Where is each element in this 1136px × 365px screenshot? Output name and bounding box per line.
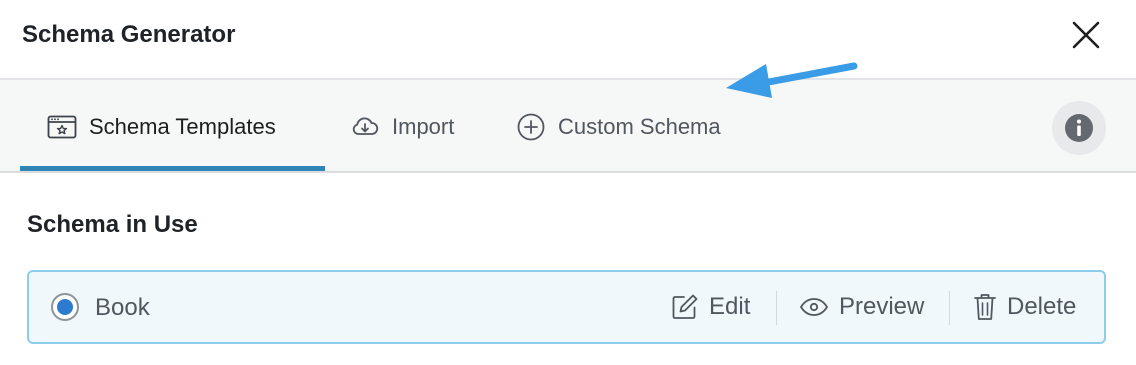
delete-label: Delete bbox=[1007, 293, 1077, 320]
close-icon bbox=[1072, 21, 1100, 49]
tab-label: Custom Schema bbox=[558, 113, 721, 139]
eye-icon bbox=[799, 297, 829, 317]
radio-selected-indicator bbox=[57, 299, 73, 315]
annotation-arrow-icon bbox=[726, 62, 858, 98]
cloud-download-icon bbox=[350, 115, 380, 139]
preview-button[interactable]: Preview bbox=[799, 272, 924, 342]
edit-icon bbox=[671, 293, 699, 321]
schema-name: Book bbox=[95, 294, 150, 321]
info-button[interactable] bbox=[1052, 101, 1106, 155]
info-icon bbox=[1065, 114, 1093, 142]
close-button[interactable] bbox=[1068, 17, 1104, 53]
trash-icon bbox=[973, 292, 997, 322]
tab-import[interactable]: Import bbox=[350, 80, 454, 173]
schema-in-use-row: Book Edit Preview Delete bbox=[27, 270, 1106, 344]
edit-label: Edit bbox=[709, 293, 751, 320]
tab-label: Import bbox=[392, 113, 455, 139]
preview-label: Preview bbox=[839, 293, 925, 320]
section-title: Schema in Use bbox=[27, 211, 198, 238]
tab-label: Schema Templates bbox=[89, 113, 276, 139]
tab-custom-schema[interactable]: Custom Schema bbox=[516, 80, 721, 173]
dialog-header: Schema Generator bbox=[0, 0, 1136, 80]
template-window-icon bbox=[47, 115, 77, 139]
edit-button[interactable]: Edit bbox=[671, 272, 750, 342]
schema-generator-dialog: Schema Generator Schema Templates Import… bbox=[0, 0, 1136, 365]
dialog-title: Schema Generator bbox=[22, 21, 236, 48]
tabs-bar: Schema Templates Import Custom Schema bbox=[0, 80, 1136, 173]
action-divider bbox=[776, 291, 777, 325]
schema-radio[interactable] bbox=[51, 293, 79, 321]
delete-button[interactable]: Delete bbox=[973, 272, 1076, 342]
action-divider bbox=[949, 291, 950, 325]
plus-circle-icon bbox=[516, 112, 546, 142]
tab-schema-templates[interactable]: Schema Templates bbox=[47, 80, 276, 173]
active-tab-indicator bbox=[20, 166, 325, 171]
